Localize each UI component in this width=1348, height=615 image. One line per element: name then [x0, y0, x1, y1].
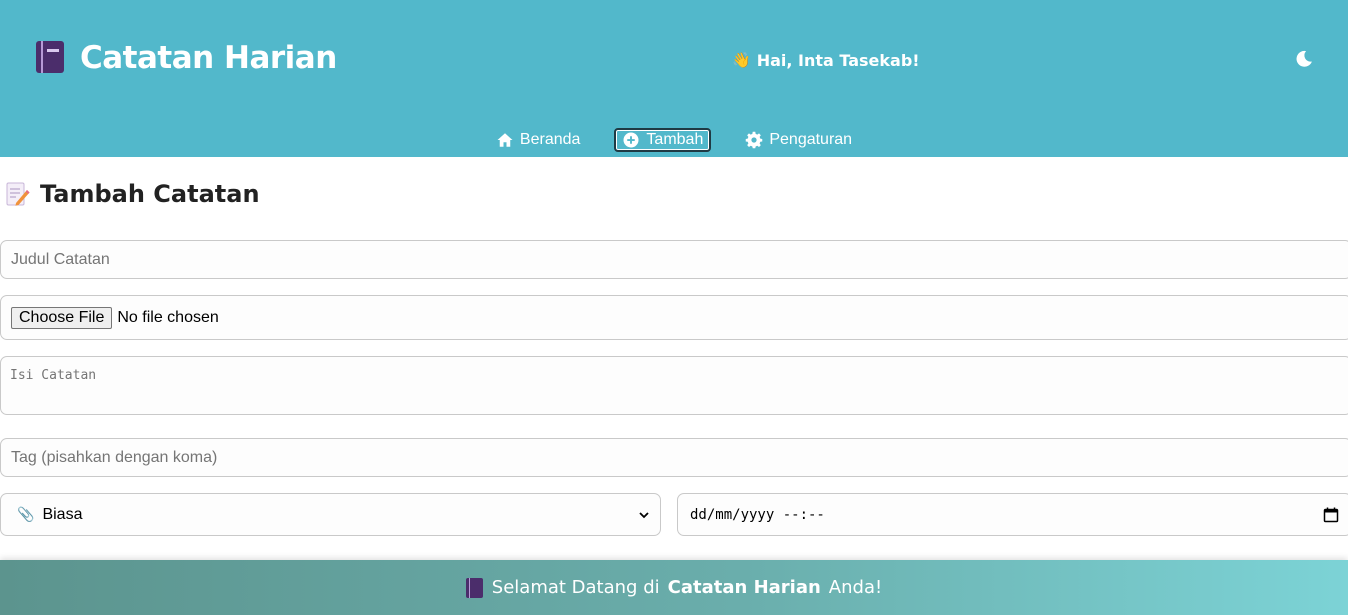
title-input[interactable]: [0, 240, 1348, 279]
chevron-down-icon: [639, 511, 649, 518]
app-title: Catatan Harian: [80, 40, 337, 76]
nav-item-tambah[interactable]: Tambah: [614, 127, 712, 152]
choose-file-button[interactable]: Choose File: [11, 306, 113, 329]
plus-circle-icon: [623, 132, 639, 147]
file-input: Choose File No file chosen: [0, 295, 1348, 340]
paperclip-icon: 📎: [17, 506, 35, 523]
priority-select[interactable]: 📎 Biasa: [0, 493, 661, 536]
memo-icon: [6, 181, 30, 207]
nav-item-label: Tambah: [646, 130, 704, 148]
home-icon: [497, 132, 513, 147]
main-nav: Beranda Tambah Pengaturan: [0, 122, 1348, 157]
datetime-value: dd/mm/yyyy --:--: [690, 506, 825, 523]
priority-selected-value: Biasa: [42, 505, 83, 523]
brand: Catatan Harian: [36, 40, 337, 76]
footer-prefix: Selamat Datang di: [491, 577, 660, 598]
nav-item-beranda[interactable]: Beranda: [490, 129, 587, 151]
theme-toggle-button[interactable]: [1290, 46, 1318, 74]
page-title: Tambah Catatan: [6, 180, 260, 208]
moon-icon: [1296, 50, 1312, 67]
app-footer: Selamat Datang di Catatan Harian Anda!: [0, 560, 1348, 615]
calendar-icon[interactable]: [1323, 507, 1339, 523]
greeting-text: Hai, Inta Tasekab!: [756, 51, 920, 70]
footer-app-name: Catatan Harian: [667, 577, 821, 598]
file-status: No file chosen: [117, 308, 219, 326]
footer-suffix: Anda!: [828, 577, 883, 598]
page-title-text: Tambah Catatan: [40, 180, 260, 208]
waving-hand-icon: 👋: [732, 51, 751, 69]
nav-item-label: Beranda: [519, 130, 581, 148]
content-textarea[interactable]: [0, 356, 1348, 415]
tags-input[interactable]: [0, 438, 1348, 477]
greeting: 👋 Hai, Inta Tasekab!: [732, 51, 920, 70]
gear-icon: [746, 131, 763, 148]
notebook-icon: [36, 41, 66, 75]
notebook-icon: [465, 577, 484, 598]
app-header: Catatan Harian 👋 Hai, Inta Tasekab!: [0, 0, 1348, 122]
nav-item-label: Pengaturan: [769, 130, 853, 148]
datetime-input[interactable]: dd/mm/yyyy --:--: [677, 493, 1348, 536]
nav-item-pengaturan[interactable]: Pengaturan: [739, 129, 858, 151]
